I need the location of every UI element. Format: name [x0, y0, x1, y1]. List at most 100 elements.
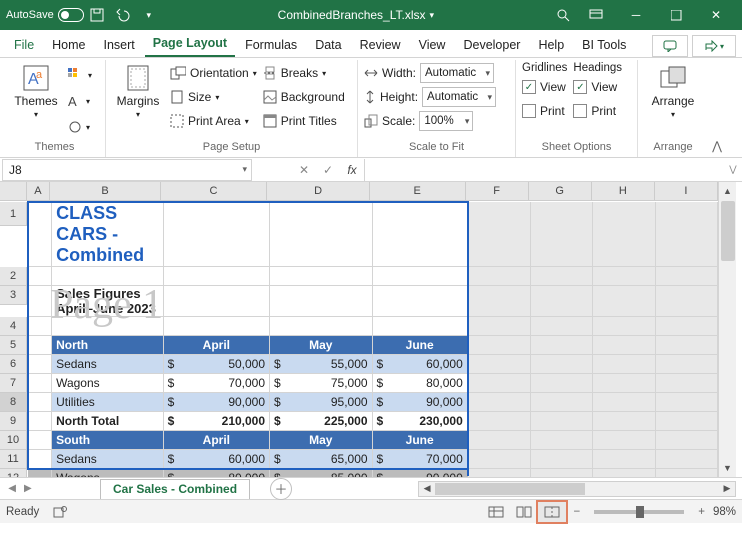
cell[interactable] — [163, 317, 269, 336]
cell[interactable] — [593, 450, 655, 469]
scroll-right-icon[interactable]: ▶ — [719, 482, 735, 496]
cell[interactable]: May — [270, 431, 373, 450]
cell[interactable]: June — [372, 336, 468, 355]
cell[interactable]: $90,000 — [163, 393, 269, 412]
cell[interactable] — [468, 267, 530, 286]
tab-page-layout[interactable]: Page Layout — [145, 32, 235, 57]
cell[interactable]: CLASS CARS - Combined — [52, 202, 164, 267]
tab-review[interactable]: Review — [352, 34, 409, 57]
column-header[interactable]: I — [655, 182, 718, 201]
minimize-button[interactable]: ─ — [616, 0, 656, 30]
sheet-nav-arrows[interactable]: ◀▶ — [0, 483, 40, 494]
zoom-in-button[interactable]: + — [698, 506, 705, 518]
row-header[interactable]: 1 — [0, 202, 27, 226]
cell[interactable] — [530, 374, 592, 393]
tab-home[interactable]: Home — [44, 34, 93, 57]
cell[interactable]: June — [372, 431, 468, 450]
autosave-toggle[interactable]: AutoSave — [6, 8, 84, 22]
cell[interactable] — [28, 202, 52, 267]
cell[interactable] — [655, 355, 718, 374]
cell[interactable] — [372, 317, 468, 336]
cell[interactable] — [593, 355, 655, 374]
cell[interactable] — [655, 469, 718, 478]
cell[interactable] — [593, 431, 655, 450]
column-header[interactable]: H — [592, 182, 655, 201]
undo-icon[interactable] — [110, 3, 136, 27]
cell[interactable] — [530, 286, 592, 317]
colors-button[interactable]: ▾ — [68, 64, 92, 86]
cell[interactable] — [468, 374, 530, 393]
cell[interactable]: $80,000 — [163, 469, 269, 478]
cell[interactable] — [163, 202, 269, 267]
cell[interactable] — [655, 202, 718, 267]
cell[interactable] — [655, 450, 718, 469]
save-icon[interactable] — [84, 3, 110, 27]
cell[interactable] — [593, 202, 655, 267]
size-button[interactable]: Size ▾ — [170, 86, 257, 108]
tab-view[interactable]: View — [411, 34, 454, 57]
cell[interactable] — [593, 374, 655, 393]
column-header[interactable]: F — [466, 182, 529, 201]
cell[interactable] — [468, 412, 530, 431]
row-header[interactable]: 2 — [0, 267, 27, 286]
cell[interactable] — [28, 374, 52, 393]
scale-combo[interactable]: 100% — [419, 111, 473, 131]
width-combo[interactable]: Automatic — [420, 63, 494, 83]
zoom-level[interactable]: 98% — [713, 506, 736, 518]
arrange-button[interactable]: Arrange ▾ — [647, 62, 699, 119]
height-combo[interactable]: Automatic — [422, 87, 496, 107]
cell[interactable] — [28, 469, 52, 478]
cell[interactable]: April — [163, 336, 269, 355]
tab-help[interactable]: Help — [530, 34, 572, 57]
cell[interactable]: $210,000 — [163, 412, 269, 431]
vertical-scrollbar[interactable]: ▲ ▼ — [718, 182, 736, 477]
cell[interactable] — [163, 286, 269, 317]
normal-view-button[interactable] — [482, 502, 510, 522]
cell[interactable] — [530, 412, 592, 431]
zoom-out-button[interactable]: − — [574, 506, 581, 518]
cell[interactable] — [270, 267, 373, 286]
cell[interactable] — [530, 336, 592, 355]
cell[interactable] — [530, 267, 592, 286]
tab-insert[interactable]: Insert — [96, 34, 143, 57]
scroll-left-icon[interactable]: ◀ — [419, 482, 435, 496]
cell[interactable] — [530, 317, 592, 336]
themes-button[interactable]: Aa Themes ▾ — [10, 62, 62, 119]
row-header[interactable]: 9 — [0, 412, 27, 431]
headings-print-checkbox[interactable]: Print — [573, 100, 622, 122]
cell[interactable]: Utilities — [52, 393, 164, 412]
page-break-preview-button[interactable] — [538, 502, 566, 522]
cell[interactable]: $65,000 — [270, 450, 373, 469]
cell[interactable] — [530, 202, 592, 267]
row-header[interactable]: 12 — [0, 469, 27, 478]
row-header[interactable]: 10 — [0, 431, 27, 450]
cell[interactable] — [52, 317, 164, 336]
column-header[interactable]: B — [50, 182, 160, 201]
cell[interactable]: $70,000 — [163, 374, 269, 393]
column-header[interactable]: C — [161, 182, 268, 201]
cell[interactable]: Wagons — [52, 374, 164, 393]
cell[interactable] — [372, 286, 468, 317]
redo-dropdown-icon[interactable]: ▾ — [136, 3, 162, 27]
gridlines-view-checkbox[interactable]: ✓View — [522, 76, 567, 98]
fx-icon[interactable]: fx — [340, 158, 364, 182]
cell[interactable] — [52, 267, 164, 286]
cell[interactable] — [28, 431, 52, 450]
scroll-thumb[interactable] — [721, 201, 735, 261]
tab-formulas[interactable]: Formulas — [237, 34, 305, 57]
select-all-button[interactable] — [0, 182, 27, 201]
cell[interactable] — [270, 286, 373, 317]
tab-file[interactable]: File — [6, 34, 42, 57]
ribbon-options-icon[interactable] — [576, 0, 616, 30]
row-header[interactable]: 7 — [0, 374, 27, 393]
cell[interactable]: Wagons — [52, 469, 164, 478]
cell[interactable]: $50,000 — [163, 355, 269, 374]
column-header[interactable]: D — [267, 182, 370, 201]
print-titles-button[interactable]: Print Titles — [263, 110, 345, 132]
cell[interactable] — [530, 450, 592, 469]
cell[interactable] — [468, 431, 530, 450]
cell[interactable] — [655, 393, 718, 412]
cell[interactable] — [372, 202, 468, 267]
cell[interactable] — [28, 412, 52, 431]
column-header[interactable]: A — [27, 182, 51, 201]
